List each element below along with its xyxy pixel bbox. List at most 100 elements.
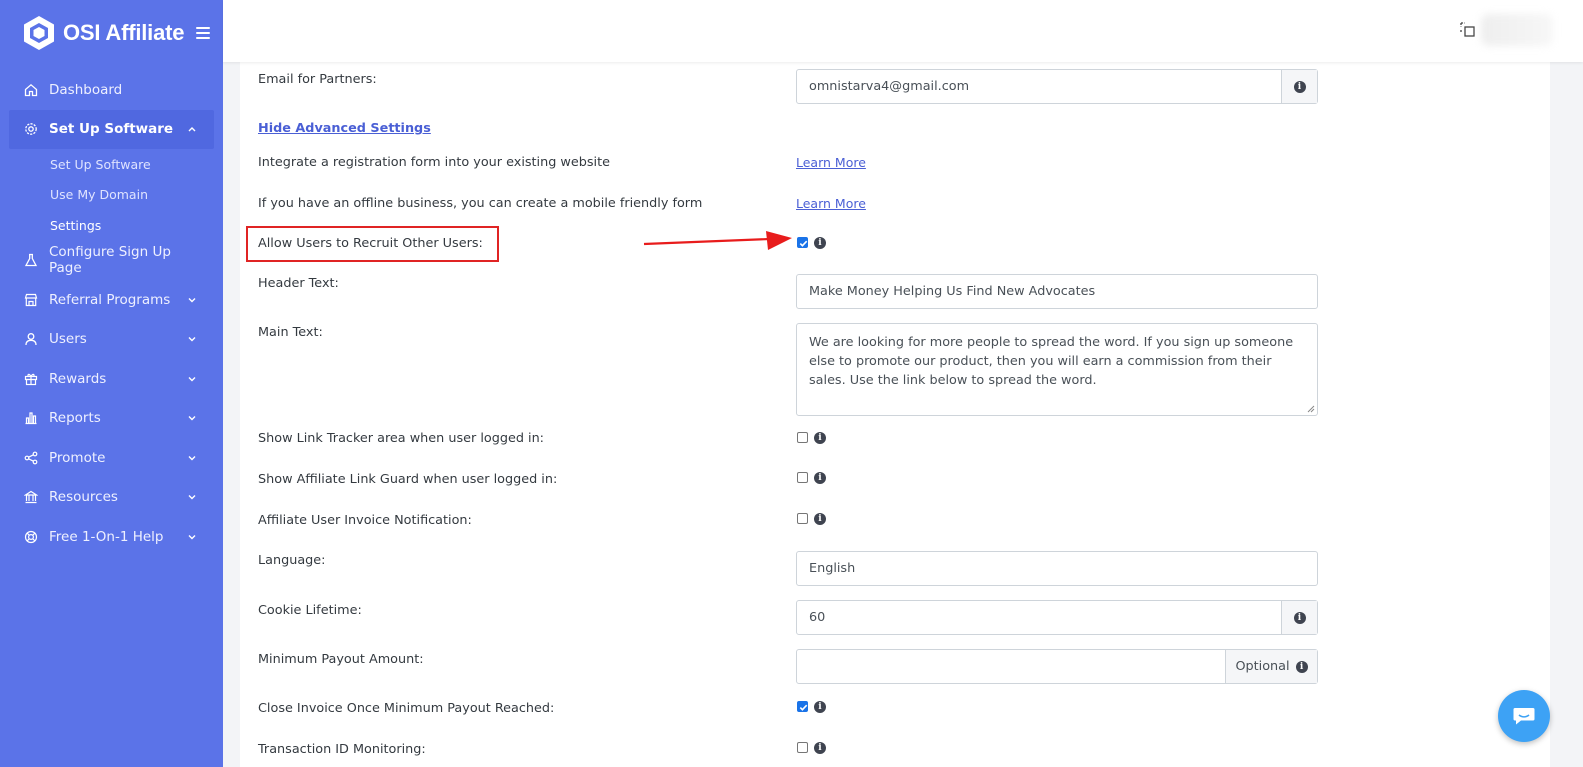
chevron-down-icon (187, 413, 197, 423)
share-icon (24, 451, 38, 465)
sidebar-item-promote[interactable]: Promote (0, 438, 223, 478)
sidebar-item-label: Promote (49, 449, 106, 466)
sidebar-item-set-up-software[interactable]: Set Up Software (9, 109, 214, 149)
info-icon[interactable]: i (1295, 660, 1308, 673)
sidebar-item-configure-sign-up-page[interactable]: Configure Sign Up Page (0, 241, 223, 281)
bank-icon (24, 490, 38, 504)
sidebar-item-label: Reports (49, 410, 101, 427)
main-text-value: We are looking for more people to spread… (809, 335, 1294, 388)
hamburger-menu-icon[interactable] (196, 27, 211, 39)
osi-logo-icon[interactable] (22, 15, 56, 51)
user-icon (24, 332, 38, 346)
link-guard-info-icon[interactable]: i (814, 472, 826, 484)
optional-label: Optional (1235, 659, 1290, 674)
chevron-up-icon (187, 124, 197, 134)
lifebuoy-icon (24, 530, 38, 544)
sidebar-subitem-set-up-software[interactable]: Set Up Software (0, 149, 223, 180)
main-text-textarea[interactable]: We are looking for more people to spread… (796, 323, 1318, 416)
screen-capture-icon[interactable] (1459, 21, 1477, 39)
sidebar-item-label: Dashboard (49, 81, 123, 98)
brand: OSI Affiliate (0, 0, 223, 66)
chevron-down-icon (187, 532, 197, 542)
sidebar-item-label: Users (49, 331, 87, 348)
learn-more-offline-link[interactable]: Learn More (796, 196, 866, 211)
brand-name: OSI Affiliate (63, 20, 185, 45)
learn-more-integrate-link[interactable]: Learn More (796, 155, 866, 170)
sidebar-item-label: Set Up Software (49, 121, 174, 138)
link-guard-label: Show Affiliate Link Guard when user logg… (258, 472, 558, 487)
header-text-input[interactable]: Make Money Helping Us Find New Advocates (796, 274, 1318, 309)
sidebar-item-free-help[interactable]: Free 1-On-1 Help (0, 517, 223, 557)
sidebar-item-resources[interactable]: Resources (0, 478, 223, 518)
close-invoice-info-icon[interactable]: i (814, 701, 826, 713)
invoice-notification-label: Affiliate User Invoice Notification: (258, 513, 472, 528)
email-value: omnistarva4@gmail.com (809, 79, 970, 94)
minimum-payout-input[interactable]: Optional i (796, 649, 1318, 684)
sidebar-item-dashboard[interactable]: Dashboard (0, 70, 223, 110)
sidebar-item-label: Referral Programs (49, 291, 171, 308)
sidebar-item-label: Configure Sign Up Page (49, 244, 171, 277)
transaction-id-label: Transaction ID Monitoring: (258, 742, 426, 757)
gift-icon (24, 372, 38, 386)
offline-text: If you have an offline business, you can… (258, 196, 703, 211)
minimum-payout-label: Minimum Payout Amount: (258, 652, 424, 667)
email-label: Email for Partners: (258, 72, 377, 87)
bar-chart-icon (24, 411, 38, 425)
email-field[interactable]: omnistarva4@gmail.com i (796, 69, 1318, 104)
chat-button[interactable] (1498, 690, 1550, 742)
close-invoice-label: Close Invoice Once Minimum Payout Reache… (258, 701, 555, 716)
sidebar-subitem-settings[interactable]: Settings (0, 210, 223, 241)
recruit-info-icon[interactable]: i (814, 237, 826, 249)
transaction-id-checkbox[interactable] (797, 742, 808, 753)
chat-icon (1513, 708, 1535, 725)
link-tracker-info-icon[interactable]: i (814, 432, 826, 444)
sidebar-subnav: Set Up Software Use My Domain Settings (0, 149, 223, 241)
sidebar-item-referral-programs[interactable]: Referral Programs (0, 280, 223, 320)
user-avatar[interactable] (1481, 14, 1553, 46)
hide-advanced-settings-link[interactable]: Hide Advanced Settings (258, 121, 431, 136)
link-tracker-checkbox[interactable] (797, 432, 808, 443)
integrate-text: Integrate a registration form into your … (258, 155, 610, 170)
language-value: English (809, 561, 856, 576)
chevron-down-icon (187, 334, 197, 344)
sidebar-subitem-use-my-domain[interactable]: Use My Domain (0, 180, 223, 211)
cookie-lifetime-label: Cookie Lifetime: (258, 603, 362, 618)
link-guard-checkbox[interactable] (797, 472, 808, 483)
sidebar-item-rewards[interactable]: Rewards (0, 359, 223, 399)
optional-addon: Optional i (1225, 650, 1317, 683)
language-label: Language: (258, 553, 326, 568)
chevron-down-icon (187, 295, 197, 305)
sidebar-item-users[interactable]: Users (0, 320, 223, 360)
recruit-checkbox[interactable] (797, 237, 808, 248)
header-text-value: Make Money Helping Us Find New Advocates (809, 284, 1096, 299)
home-icon (24, 83, 38, 97)
store-icon (24, 293, 38, 307)
scrollbar[interactable] (1567, 62, 1583, 767)
settings-panel: Email for Partners: omnistarva4@gmail.co… (240, 62, 1550, 767)
sidebar-item-reports[interactable]: Reports (0, 399, 223, 439)
language-select[interactable]: English (796, 551, 1318, 586)
transaction-id-info-icon[interactable]: i (814, 742, 826, 754)
resize-handle-icon[interactable] (1307, 405, 1315, 413)
invoice-notification-info-icon[interactable]: i (814, 513, 826, 525)
main-text-label: Main Text: (258, 325, 323, 340)
chevron-down-icon (187, 374, 197, 384)
sidebar-nav: Dashboard Set Up Software Set Up Softwar… (0, 70, 223, 557)
sidebar-item-label: Free 1-On-1 Help (49, 528, 164, 545)
cookie-info-button[interactable]: i (1281, 601, 1317, 634)
info-icon: i (1293, 80, 1306, 93)
topbar (223, 0, 1583, 62)
link-tracker-label: Show Link Tracker area when user logged … (258, 431, 544, 446)
flask-icon (24, 253, 38, 267)
sidebar-item-label: Resources (49, 489, 118, 506)
cookie-lifetime-input[interactable]: 60 i (796, 600, 1318, 635)
info-icon: i (1293, 611, 1306, 624)
chevron-down-icon (187, 492, 197, 502)
header-text-label: Header Text: (258, 276, 339, 291)
red-arrow-icon (643, 231, 792, 250)
sidebar-item-label: Rewards (49, 370, 107, 387)
email-info-button[interactable]: i (1281, 70, 1317, 103)
invoice-notification-checkbox[interactable] (797, 513, 808, 524)
cookie-lifetime-value: 60 (809, 610, 826, 625)
close-invoice-checkbox[interactable] (797, 701, 808, 712)
